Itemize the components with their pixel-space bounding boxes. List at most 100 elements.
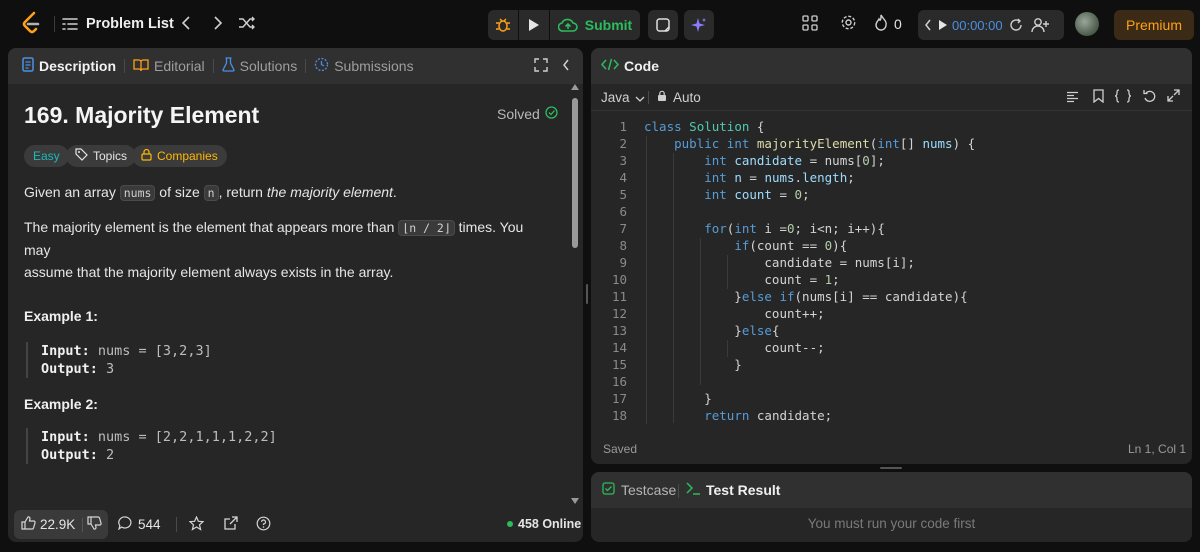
share-icon	[223, 516, 238, 534]
next-problem-button[interactable]	[208, 13, 228, 35]
check-circle-icon	[545, 106, 558, 122]
expand-icon[interactable]	[534, 58, 548, 72]
chevron-right-icon	[213, 15, 223, 33]
mode-label: Auto	[673, 89, 701, 105]
cloud-upload-icon	[557, 18, 578, 32]
timer-widget[interactable]: 00:00:00	[918, 10, 1064, 40]
collapse-panel-icon[interactable]	[562, 59, 570, 71]
favorite-button[interactable]	[188, 515, 205, 534]
divider	[305, 59, 307, 73]
code-editor[interactable]: class Solution { public int majorityElem…	[644, 119, 1184, 429]
divider	[54, 16, 55, 32]
companies-button[interactable]: Companies	[132, 145, 227, 167]
layout-button[interactable]	[800, 14, 820, 34]
avatar[interactable]	[1075, 12, 1099, 36]
chevron-left-icon	[181, 15, 191, 33]
scrollbar-thumb[interactable]	[572, 98, 578, 248]
language-selector[interactable]: Java	[601, 89, 645, 105]
history-icon	[314, 57, 329, 75]
share-button[interactable]	[223, 516, 238, 534]
tag-icon	[75, 148, 88, 164]
streak-counter[interactable]: 0	[874, 13, 902, 35]
autosave-mode[interactable]: Auto	[657, 89, 701, 105]
topics-button[interactable]: Topics	[66, 145, 137, 167]
thumbs-up-icon[interactable]	[21, 516, 36, 533]
code-line: for(int i =0; i<n; i++){	[704, 221, 885, 236]
format-button[interactable]	[1066, 90, 1079, 106]
panel-resize-handle[interactable]	[880, 467, 902, 469]
line-number: 15	[611, 357, 627, 372]
help-button[interactable]	[256, 516, 271, 534]
text: The majority element is the element that…	[24, 219, 399, 235]
question-circle-icon	[256, 516, 271, 534]
text: , return	[218, 184, 267, 200]
random-problem-button[interactable]	[236, 13, 258, 35]
play-timer-icon[interactable]	[938, 19, 948, 31]
add-user-icon[interactable]	[1030, 17, 1049, 33]
comment-icon	[118, 516, 133, 533]
tab-solutions[interactable]: Solutions	[216, 48, 304, 84]
line-number: 3	[619, 153, 627, 168]
tab-test-result[interactable]: Test Result	[686, 482, 780, 498]
flask-icon	[221, 57, 235, 75]
code-line: }else{	[644, 323, 780, 338]
code-line: count--;	[644, 340, 825, 355]
output-label: Output:	[41, 447, 98, 463]
fullscreen-button[interactable]	[1167, 89, 1180, 105]
submit-label: Submit	[584, 17, 633, 33]
panel-resize-handle[interactable]	[586, 284, 588, 304]
comments-count: 544	[138, 517, 161, 532]
input-label: Input:	[41, 429, 90, 445]
divider	[176, 517, 177, 532]
text: Given an array	[24, 184, 120, 200]
debug-button[interactable]	[488, 10, 518, 40]
divider	[82, 517, 84, 532]
chevron-left-icon[interactable]	[924, 19, 932, 31]
star-icon	[188, 515, 205, 534]
sparkle-icon	[691, 17, 707, 33]
reset-code-button[interactable]	[1143, 89, 1157, 106]
premium-button[interactable]: Premium	[1114, 10, 1194, 40]
tab-description[interactable]: Description	[16, 48, 122, 84]
list-icon	[62, 17, 78, 31]
example-1-block: Input: nums = [3,2,3] Output: 3	[26, 342, 212, 378]
online-indicator: 458 Online	[507, 517, 581, 531]
tab-testcase[interactable]: Testcase	[602, 482, 676, 498]
settings-button[interactable]	[838, 14, 858, 34]
bookmark-button[interactable]	[1093, 89, 1104, 106]
prev-problem-button[interactable]	[176, 13, 196, 35]
code-header-label: Code	[624, 58, 659, 74]
ai-assistant-button[interactable]	[684, 10, 714, 40]
note-icon	[656, 18, 670, 32]
tab-editorial[interactable]: Editorial	[127, 48, 211, 84]
tab-solutions-label: Solutions	[239, 58, 298, 74]
leetcode-logo[interactable]	[20, 11, 44, 35]
like-dislike-group: 22.9K	[14, 510, 108, 539]
braces-button[interactable]	[1114, 89, 1132, 106]
comments-button[interactable]: 544	[118, 516, 161, 533]
line-number: 2	[619, 136, 627, 151]
difficulty-label: Easy	[33, 149, 60, 163]
divider	[648, 91, 649, 104]
top-bar: Problem List Submit 0 00:00:00 Premium	[0, 0, 1200, 46]
reset-icon[interactable]	[1009, 18, 1023, 32]
code-line: class Solution {	[644, 119, 765, 134]
output-value: 2	[97, 447, 115, 463]
run-button[interactable]	[519, 10, 549, 40]
code-line: if(count == 0){	[734, 238, 848, 253]
scroll-down-arrow[interactable]	[571, 498, 579, 504]
testcase-label: Testcase	[621, 482, 677, 498]
line-number: 4	[619, 170, 627, 185]
text: .	[392, 184, 397, 200]
submit-button[interactable]: Submit	[550, 10, 640, 40]
inline-code: ⌊n / 2⌋	[398, 220, 455, 236]
output-value: 3	[97, 361, 115, 377]
companies-label: Companies	[157, 149, 218, 163]
tab-submissions[interactable]: Submissions	[308, 48, 419, 84]
thumbs-down-icon[interactable]	[87, 516, 102, 533]
scroll-up-arrow[interactable]	[571, 84, 579, 90]
code-line: count = 1;	[644, 272, 840, 287]
problem-list-button[interactable]: Problem List	[62, 12, 174, 36]
input-label: Input:	[41, 343, 90, 359]
notes-button[interactable]	[648, 10, 678, 40]
